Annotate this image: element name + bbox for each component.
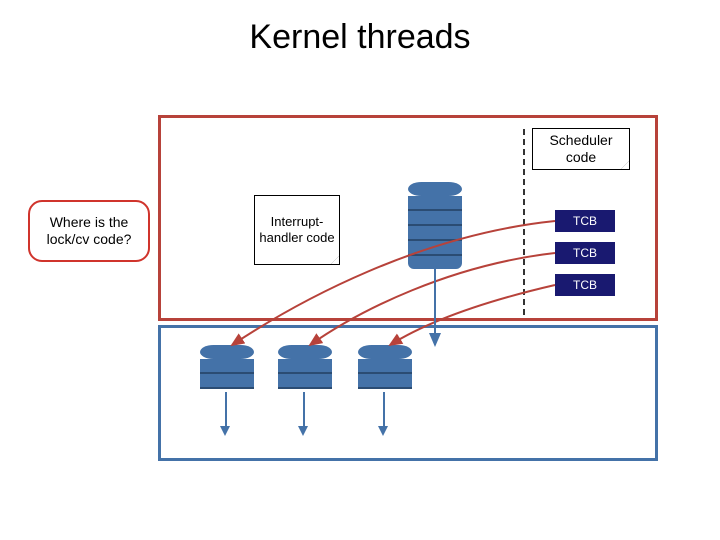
arrow-tcb-to-thread-3 bbox=[390, 285, 555, 345]
arrows-overlay bbox=[0, 0, 720, 540]
arrow-tcb-to-thread-1 bbox=[232, 221, 555, 345]
arrow-tcb-to-thread-2 bbox=[310, 253, 555, 345]
